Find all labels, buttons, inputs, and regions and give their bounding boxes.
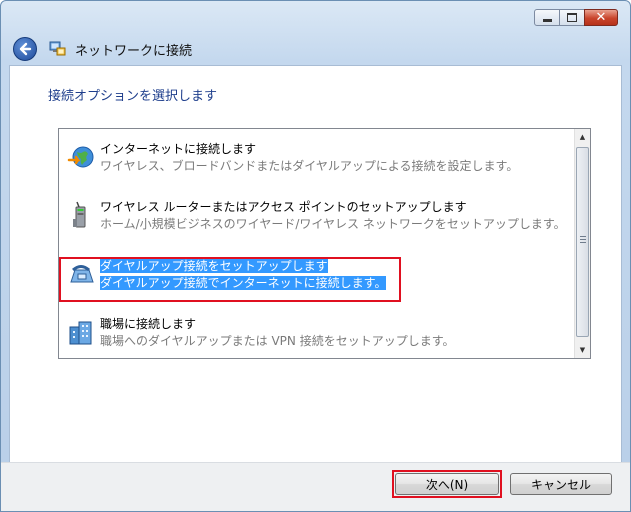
maximize-icon	[567, 13, 577, 22]
scroll-down-arrow-icon[interactable]: ▼	[575, 342, 590, 358]
close-icon: ✕	[595, 10, 607, 25]
back-button[interactable]	[13, 37, 37, 61]
option-workplace[interactable]: 職場に接続します 職場へのダイヤルアップまたは VPN 接続をセットアップします…	[67, 316, 455, 350]
back-arrow-icon	[19, 42, 32, 56]
selection-highlight-outline	[59, 257, 401, 302]
grip-icon	[580, 236, 586, 243]
next-button-highlight-outline	[392, 470, 502, 498]
option-description: 職場へのダイヤルアップまたは VPN 接続をセットアップします。	[100, 334, 455, 348]
option-title: 職場に接続します	[100, 317, 197, 331]
connection-options-list[interactable]: インターネットに接続します ワイヤレス、ブロードバンドまたはダイヤルアップによる…	[58, 128, 591, 359]
header-row: ネットワークに接続	[13, 35, 192, 63]
instruction-heading: 接続オプションを選択します	[48, 89, 218, 104]
minimize-button[interactable]	[534, 9, 560, 26]
option-internet[interactable]: インターネットに接続します ワイヤレス、ブロードバンドまたはダイヤルアップによる…	[67, 141, 518, 175]
window-title: ネットワークに接続	[75, 43, 193, 59]
caption-buttons: ✕	[534, 9, 618, 26]
vertical-scrollbar[interactable]: ▲ ▼	[574, 129, 590, 358]
workplace-building-icon	[69, 321, 92, 345]
cancel-button[interactable]: キャンセル	[510, 473, 612, 495]
wireless-router-icon	[73, 201, 86, 228]
option-title: インターネットに接続します	[100, 142, 257, 156]
connect-network-window: ✕ ネットワークに接続 接続オプションを選択します インターネットに接続します …	[0, 0, 631, 512]
content-area: 接続オプションを選択します インターネットに接続します ワイヤレス、ブロードバン…	[9, 65, 622, 463]
button-bar: 次へ(N) キャンセル	[1, 462, 630, 511]
maximize-button[interactable]	[559, 9, 585, 26]
internet-globe-icon	[67, 146, 94, 168]
scroll-up-arrow-icon[interactable]: ▲	[575, 129, 590, 145]
scroll-thumb[interactable]	[576, 147, 589, 337]
option-wireless-router[interactable]: ワイヤレス ルーターまたはアクセス ポイントのセットアップします ホーム/小規模…	[67, 199, 566, 233]
option-description: ホーム/小規模ビジネスのワイヤード/ワイヤレス ネットワークをセットアップします…	[100, 217, 566, 231]
close-button[interactable]: ✕	[584, 9, 618, 26]
network-connection-icon	[49, 41, 66, 56]
option-title: ワイヤレス ルーターまたはアクセス ポイントのセットアップします	[100, 200, 467, 214]
minimize-icon	[542, 18, 552, 22]
option-description: ワイヤレス、ブロードバンドまたはダイヤルアップによる接続を設定します。	[100, 159, 519, 173]
